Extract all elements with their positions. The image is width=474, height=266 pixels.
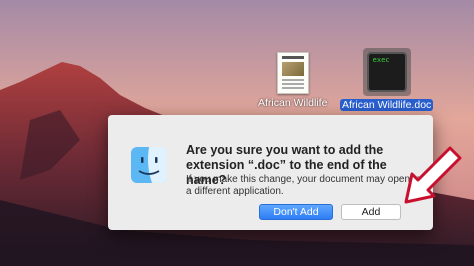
selection-highlight: exec (362, 48, 411, 96)
file-african-wildlife[interactable]: African Wildlife (256, 52, 329, 109)
dont-add-button[interactable]: Don't Add (259, 204, 333, 220)
dialog-message: If you make this change, your document m… (186, 174, 421, 197)
arrow-pointer-icon (404, 146, 462, 204)
add-button[interactable]: Add (341, 204, 401, 220)
desktop: African Wildlife exec African Wildlife.d… (0, 0, 474, 266)
file-label: African Wildlife (258, 97, 328, 109)
document-thumbnail-icon (276, 52, 309, 94)
file-african-wildlife-doc[interactable]: exec African Wildlife.doc (340, 48, 434, 111)
rename-extension-dialog: Are you sure you want to add the extensi… (108, 115, 433, 230)
exec-terminal-icon: exec (366, 52, 407, 92)
finder-icon (131, 147, 167, 183)
file-label: African Wildlife.doc (340, 99, 434, 111)
